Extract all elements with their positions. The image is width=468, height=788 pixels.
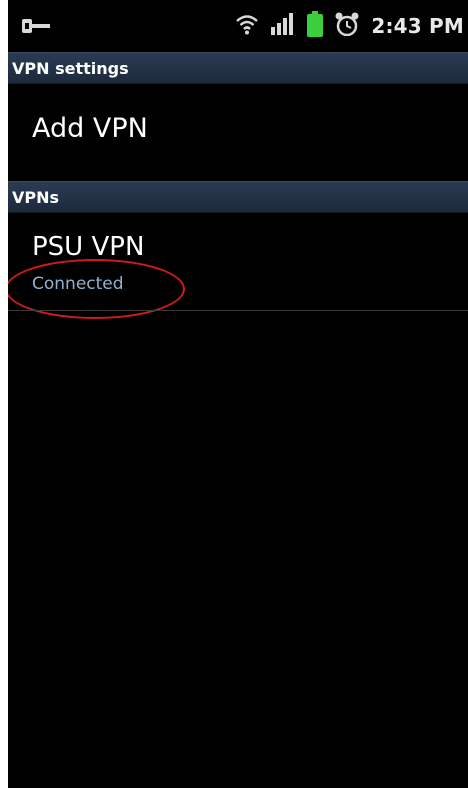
status-bar: 2:43 PM — [8, 0, 468, 52]
vpn-status: Connected — [32, 274, 124, 294]
vpns-section-header: VPNs — [8, 181, 468, 213]
vpn-list-item[interactable]: PSU VPN Connected — [8, 214, 468, 310]
screen-title-header: VPN settings — [8, 52, 468, 84]
add-vpn-label: Add VPN — [32, 113, 148, 144]
add-vpn-item[interactable]: Add VPN — [8, 85, 468, 181]
key-icon — [22, 17, 52, 35]
status-clock: 2:43 PM — [371, 14, 464, 38]
list-divider — [8, 310, 468, 311]
vpn-name: PSU VPN — [32, 232, 145, 262]
phone-screen: 2:43 PM VPN settings Add VPN VPNs PSU VP… — [8, 0, 468, 788]
alarm-icon — [335, 12, 359, 40]
battery-icon — [307, 11, 324, 41]
wifi-icon — [235, 13, 259, 39]
status-icons: 2:43 PM — [235, 8, 468, 44]
signal-icon — [271, 13, 295, 39]
